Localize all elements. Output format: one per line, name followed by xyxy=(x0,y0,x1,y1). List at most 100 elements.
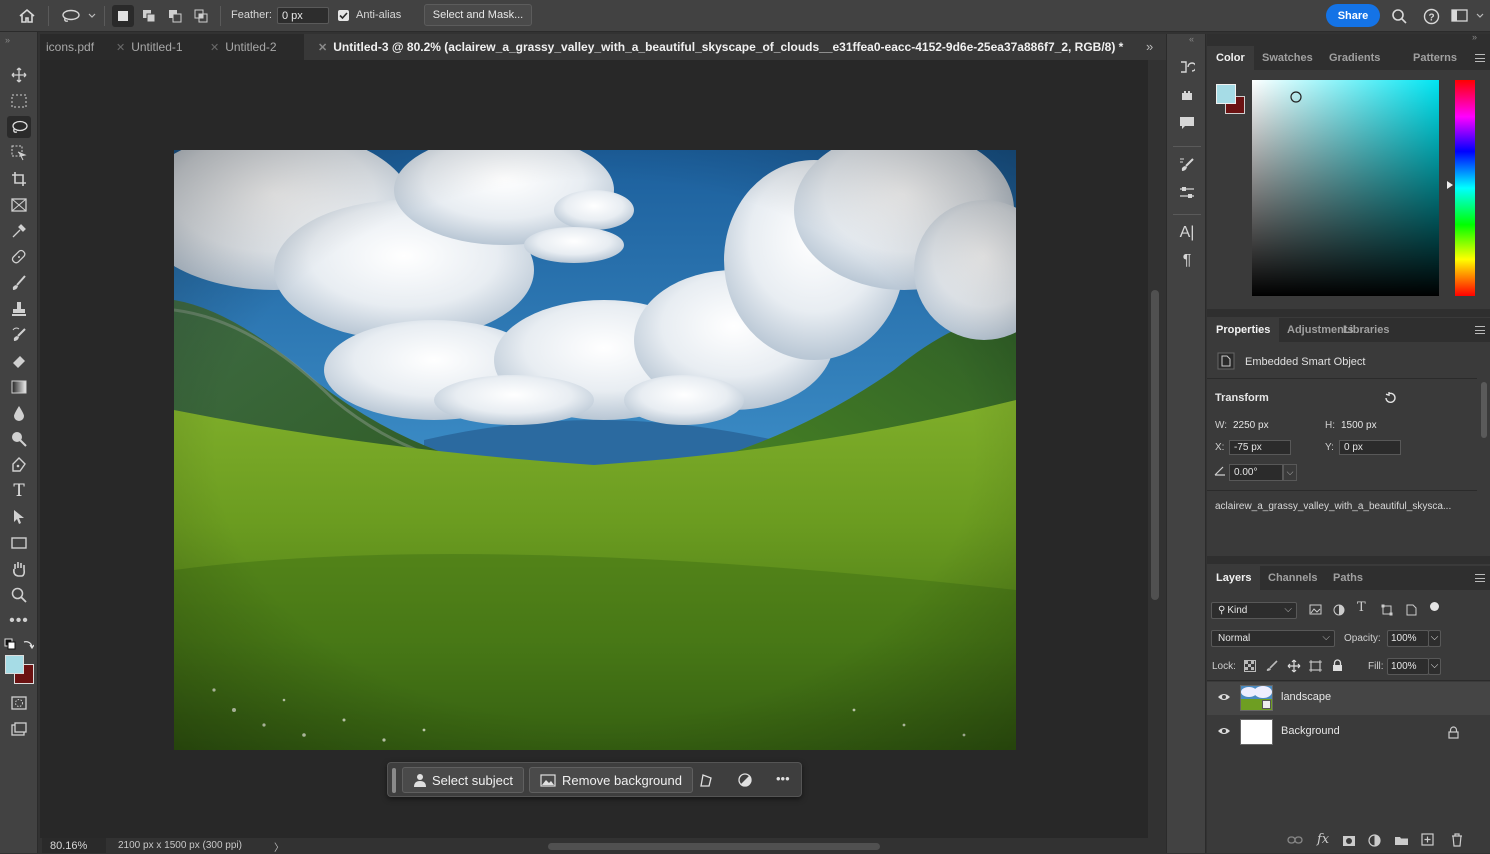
tab-untitled-3[interactable]: ✕ Untitled-3 @ 80.2% (aclairew_a_grassy_v… xyxy=(304,34,1166,60)
fill-mask-icon[interactable] xyxy=(737,772,753,788)
fill-input[interactable]: 100% xyxy=(1387,658,1429,675)
new-group-icon[interactable] xyxy=(1394,835,1409,846)
layer-filter-kind-select[interactable]: ⚲ Kind ⌵ xyxy=(1211,602,1297,619)
layer-name[interactable]: landscape xyxy=(1281,691,1331,703)
rectangle-tool-icon[interactable] xyxy=(7,532,31,554)
eraser-tool-icon[interactable] xyxy=(7,350,31,372)
intersect-selection-icon[interactable] xyxy=(190,5,212,27)
subtract-from-selection-icon[interactable] xyxy=(164,5,186,27)
tab-libraries[interactable]: Libraries xyxy=(1334,318,1398,342)
layer-row-background[interactable]: Background xyxy=(1207,716,1490,749)
opacity-input[interactable]: 100% xyxy=(1387,630,1429,647)
home-icon[interactable] xyxy=(16,7,38,25)
filter-adjustment-layer-icon[interactable] xyxy=(1333,604,1345,616)
lock-transparent-pixels-icon[interactable] xyxy=(1244,660,1256,672)
brush-settings-icon[interactable] xyxy=(1175,154,1199,176)
properties-scrollbar[interactable] xyxy=(1481,382,1487,438)
history-brush-tool-icon[interactable] xyxy=(7,324,31,346)
transform-selection-icon[interactable] xyxy=(698,772,714,788)
panel-menu-icon[interactable] xyxy=(1475,574,1485,582)
layer-name[interactable]: Background xyxy=(1281,725,1340,737)
brush-tool-icon[interactable] xyxy=(7,272,31,294)
frame-tool-icon[interactable] xyxy=(7,194,31,216)
adjustments-sliders-icon[interactable] xyxy=(1175,182,1199,204)
lasso-tool-icon[interactable] xyxy=(7,116,31,138)
add-to-selection-icon[interactable] xyxy=(138,5,160,27)
tab-untitled-2[interactable]: ✕ Untitled-2 xyxy=(210,34,304,60)
more-options-icon[interactable]: ••• xyxy=(776,771,790,786)
opacity-dropdown-chevron-icon[interactable]: ⌵ xyxy=(1428,630,1441,647)
reset-transform-icon[interactable] xyxy=(1383,391,1397,405)
move-tool-icon[interactable] xyxy=(7,64,31,86)
more-tools-icon[interactable]: ••• xyxy=(7,610,31,632)
close-tab-icon[interactable]: ✕ xyxy=(318,42,327,54)
tab-gradients[interactable]: Gradients xyxy=(1320,46,1389,70)
canvas-image[interactable] xyxy=(174,150,1016,750)
object-selection-tool-icon[interactable] xyxy=(7,142,31,164)
tab-properties[interactable]: Properties xyxy=(1207,318,1280,342)
close-tab-icon[interactable]: ✕ xyxy=(116,42,125,54)
hue-slider-handle[interactable] xyxy=(1447,181,1453,189)
zoom-level[interactable]: 80.16% xyxy=(50,840,87,852)
layer-lock-icon[interactable] xyxy=(1448,726,1459,739)
fill-dropdown-chevron-icon[interactable]: ⌵ xyxy=(1428,658,1441,675)
crop-tool-icon[interactable] xyxy=(7,168,31,190)
collapse-toolbar-icon[interactable]: » xyxy=(5,35,10,45)
status-menu-chevron-icon[interactable]: 〉 xyxy=(274,839,284,854)
width-value[interactable]: 2250 px xyxy=(1233,420,1269,431)
layer-row-landscape[interactable]: landscape xyxy=(1207,682,1490,715)
more-tabs-icon[interactable]: » xyxy=(1146,39,1153,54)
path-selection-tool-icon[interactable] xyxy=(7,506,31,528)
filter-pixel-layer-icon[interactable] xyxy=(1309,604,1322,615)
lasso-tool-preset-picker[interactable] xyxy=(58,7,98,25)
new-adjustment-layer-icon[interactable] xyxy=(1368,834,1381,847)
foreground-color-swatch[interactable] xyxy=(5,655,24,674)
hand-tool-icon[interactable] xyxy=(7,558,31,580)
swap-colors-icon[interactable] xyxy=(22,638,34,650)
search-icon[interactable] xyxy=(1389,6,1409,26)
remove-background-button[interactable]: Remove background xyxy=(529,767,693,793)
screen-mode-icon[interactable] xyxy=(7,718,31,740)
lock-artboard-icon[interactable] xyxy=(1309,660,1322,672)
lock-image-pixels-icon[interactable] xyxy=(1266,660,1278,672)
tab-channels[interactable]: Channels xyxy=(1259,566,1327,590)
delete-layer-icon[interactable] xyxy=(1451,833,1463,847)
vertical-scrollbar[interactable] xyxy=(1151,290,1159,600)
feather-input[interactable]: 0 px xyxy=(277,7,329,24)
gradient-tool-icon[interactable] xyxy=(7,376,31,398)
history-icon[interactable] xyxy=(1175,56,1199,78)
comments-icon[interactable] xyxy=(1175,112,1199,134)
help-icon[interactable]: ? xyxy=(1421,6,1441,26)
workspace-switcher-icon[interactable] xyxy=(1450,6,1488,26)
hue-slider[interactable] xyxy=(1455,80,1475,296)
height-value[interactable]: 1500 px xyxy=(1341,420,1377,431)
visibility-eye-icon[interactable] xyxy=(1217,726,1231,736)
drag-handle[interactable] xyxy=(392,768,396,793)
share-button[interactable]: Share xyxy=(1326,4,1380,27)
paragraph-icon[interactable]: ¶ xyxy=(1175,250,1199,272)
x-position-input[interactable]: -75 px xyxy=(1229,440,1291,455)
layer-style-fx-icon[interactable]: fx xyxy=(1317,832,1329,847)
healing-brush-tool-icon[interactable] xyxy=(7,246,31,268)
add-mask-icon[interactable] xyxy=(1342,835,1356,847)
panel-menu-icon[interactable] xyxy=(1475,54,1485,62)
y-position-input[interactable]: 0 px xyxy=(1339,440,1401,455)
visibility-eye-icon[interactable] xyxy=(1217,692,1231,702)
tab-paths[interactable]: Paths xyxy=(1324,566,1372,590)
tab-icons-pdf[interactable]: icons.pdf xyxy=(46,34,122,60)
select-subject-button[interactable]: Select subject xyxy=(402,767,524,793)
quick-mask-icon[interactable] xyxy=(7,692,31,714)
clone-stamp-tool-icon[interactable] xyxy=(7,298,31,320)
lock-all-icon[interactable] xyxy=(1332,659,1343,672)
blur-tool-icon[interactable] xyxy=(7,402,31,424)
filter-toggle-icon[interactable] xyxy=(1430,602,1439,611)
character-icon[interactable]: A| xyxy=(1175,222,1199,244)
tab-layers[interactable]: Layers xyxy=(1207,566,1261,590)
actions-icon[interactable] xyxy=(1175,84,1199,106)
linked-file-name[interactable]: aclairew_a_grassy_valley_with_a_beautifu… xyxy=(1215,501,1451,512)
horizontal-scrollbar[interactable] xyxy=(548,843,880,850)
filter-smart-object-icon[interactable] xyxy=(1405,604,1417,616)
default-colors-icon[interactable] xyxy=(4,638,16,650)
filter-shape-layer-icon[interactable] xyxy=(1381,604,1393,616)
tab-patterns[interactable]: Patterns xyxy=(1404,46,1466,70)
